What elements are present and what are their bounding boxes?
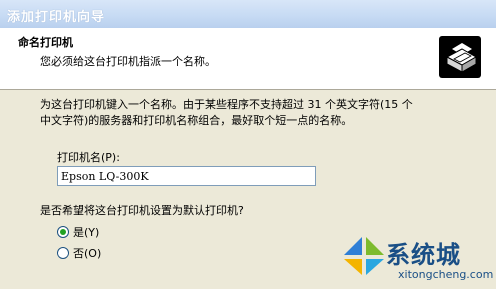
- instruction-line-1: 为这台打印机键入一个名称。由于某些程序不支持超过 31 个英文字符(15 个: [40, 98, 413, 111]
- instruction-line-2: 中文字符)的服务器和打印机名称组合，最好取个短一点的名称。: [40, 114, 353, 127]
- printer-name-input[interactable]: [57, 166, 316, 186]
- watermark-url: xitongcheng.com: [398, 268, 494, 281]
- radio-no-label[interactable]: 否(O): [73, 245, 101, 261]
- radio-button[interactable]: [57, 226, 69, 238]
- printer-icon: [439, 36, 481, 78]
- printer-name-label: 打印机名(P):: [57, 151, 120, 164]
- page-title: 命名打印机: [18, 36, 73, 49]
- watermark-text: 系统城: [386, 241, 461, 269]
- radio-button[interactable]: [57, 247, 69, 259]
- radio-no[interactable]: 否(O): [57, 246, 101, 260]
- radio-selected-dot: [60, 229, 66, 235]
- instruction-text: 为这台打印机键入一个名称。由于某些程序不支持超过 31 个英文字符(15 个 中…: [40, 97, 460, 129]
- default-printer-question: 是否希望将这台打印机设置为默认打印机?: [40, 204, 244, 217]
- radio-yes-label[interactable]: 是(Y): [73, 224, 99, 240]
- window-title: 添加打印机向导: [7, 10, 106, 25]
- watermark: 系统城 xitongcheng.com: [342, 233, 496, 289]
- page-subtitle: 您必须给这台打印机指派一个名称。: [40, 55, 216, 68]
- site-logo-icon: [344, 237, 384, 275]
- title-bar[interactable]: 添加打印机向导: [0, 0, 496, 28]
- radio-yes[interactable]: 是(Y): [57, 225, 99, 239]
- wizard-header: 命名打印机 您必须给这台打印机指派一个名称。: [0, 28, 496, 90]
